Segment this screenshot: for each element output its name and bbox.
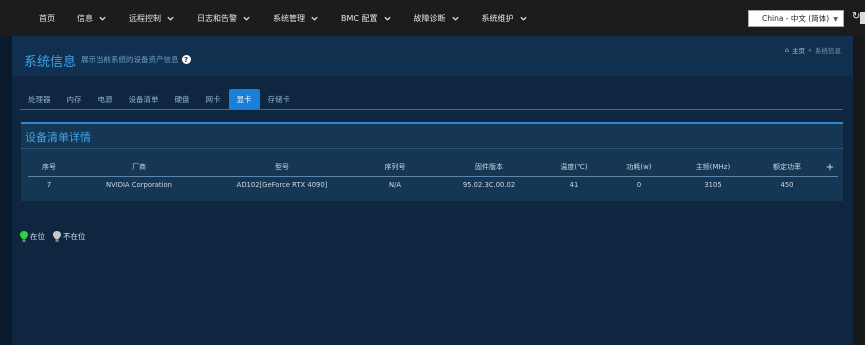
device-list-panel: 设备清单详情 序号 厂商 型号 序列号 固件版本 温度(℃) 功耗(w) 主频(MHz) 额定功… [21,122,843,201]
nav-item-label: 日志和告警 [197,13,237,23]
nav-item-1[interactable]: 信息 [66,0,118,36]
table-cell: 7 [46,180,52,189]
column-header: 序号 [28,159,70,177]
tab-4[interactable]: 硬盘 [167,89,198,109]
chevron-down-icon [243,16,250,21]
nav-item-label: 远程控制 [129,13,161,23]
nav-item-7[interactable]: 系统维护 [471,0,539,36]
nav-item-6[interactable]: 故障诊断 [403,0,471,36]
nav-item-label: 首页 [39,13,55,23]
table-cell: 450 [780,180,794,189]
nav-item-label: 系统管理 [273,13,305,23]
breadcrumb-separator: » [808,46,812,54]
tab-2[interactable]: 电源 [90,89,121,109]
dropdown-arrow-icon: ▼ [833,16,838,23]
table-cell: N/A [388,180,402,189]
panel-divider [21,148,843,149]
nav-item-label: 故障诊断 [413,13,446,23]
breadcrumb-home[interactable]: 主页 [792,45,805,55]
tab-0[interactable]: 处理器 [20,89,59,109]
column-header: 额定功率 [752,159,822,177]
tab-5[interactable]: 网卡 [198,89,229,109]
language-select[interactable]: China - 中文 (简体) ▼ [748,10,844,27]
nav-item-2[interactable]: 远程控制 [118,0,186,36]
status-legend: 在位 不在位 [20,231,86,242]
device-table: 序号 厂商 型号 序列号 固件版本 温度(℃) 功耗(w) 主频(MHz) 额定功率 + 7 NVI… [28,159,838,193]
column-header: 厂商 [70,159,208,177]
table-cell: 0 [636,180,642,189]
column-header: 主频(MHz) [674,159,752,177]
table-header-row: 序号 厂商 型号 序列号 固件版本 温度(℃) 功耗(w) 主频(MHz) 额定功率 + [28,159,838,177]
chevron-down-icon [519,16,527,21]
panel-title: 设备清单详情 [25,131,91,144]
legend-present: 在位 [20,231,45,242]
right-edge-strip [853,36,865,345]
nav-item-0[interactable]: 首页 [28,0,66,36]
tab-3[interactable]: 设备清单 [121,89,167,109]
page-subtitle-text: 展示当前系统的设备资产信息 [81,55,179,64]
absent-bulb-icon [53,231,61,242]
nav-item-label: 信息 [77,13,93,23]
tab-1[interactable]: 内存 [59,89,90,109]
breadcrumb: ⌂ 主页 » 系统信息 [785,45,841,55]
table-cell: 95.02.3C.00.02 [462,180,516,189]
nav-item-label: 系统维护 [481,13,514,23]
column-header: 温度(℃) [544,159,604,177]
left-rail [0,36,12,345]
table-body: 7 NVIDIA Corporation AD102[GeForce RTX 409… [28,176,838,193]
main-menu: 首页 信息 远程控制 日志和告警 系统管理 BMC 配置 故障诊断 系统维护 [0,0,539,36]
nav-item-4[interactable]: 系统管理 [262,0,330,36]
table-cell: 3105 [704,180,722,189]
nav-item-label: BMC 配置 [341,13,378,23]
chevron-down-icon [311,16,318,21]
column-header: 型号 [208,159,356,177]
main-content: 系统信息 展示当前系统的设备资产信息 ? ⌂ 主页 » 系统信息 处理器 内存 电源… [12,36,853,345]
column-header: 功耗(w) [604,159,674,177]
table-cell-empty [822,176,838,193]
nav-item-3[interactable]: 日志和告警 [186,0,262,36]
column-header: 固件版本 [434,159,544,177]
cropped-top-right-control [860,12,865,24]
legend-absent-label: 不在位 [63,232,86,241]
chevron-down-icon [383,16,391,21]
legend-present-label: 在位 [30,232,45,241]
chevron-down-icon [451,16,459,21]
top-navigation-bar: 首页 信息 远程控制 日志和告警 系统管理 BMC 配置 故障诊断 系统维护 China - … [0,0,865,36]
page-header: 系统信息 展示当前系统的设备资产信息 ? ⌂ 主页 » 系统信息 [12,36,853,76]
table-cell: AD102[GeForce RTX 4090] [236,180,328,189]
nav-item-5[interactable]: BMC 配置 [330,0,403,36]
chevron-down-icon [99,16,106,21]
chevron-down-icon [167,16,174,21]
home-icon: ⌂ [784,46,790,54]
device-tabs: 处理器 内存 电源 设备清单 硬盘 网卡 显卡 存储卡 [20,89,843,110]
page-subtitle: 展示当前系统的设备资产信息 ? [81,54,191,65]
language-select-value: China - 中文 (简体) [762,14,830,23]
legend-absent: 不在位 [53,231,86,242]
breadcrumb-current: 系统信息 [815,47,841,55]
add-column-button[interactable]: + [822,159,838,177]
table-row: 7 NVIDIA Corporation AD102[GeForce RTX 409… [28,176,838,193]
table-cell: 41 [569,180,579,189]
present-bulb-icon [20,231,28,242]
tab-6[interactable]: 显卡 [228,89,260,109]
page-title: 系统信息 [24,55,77,70]
help-icon[interactable]: ? [181,55,191,64]
tab-7[interactable]: 存储卡 [260,89,299,109]
column-header: 序列号 [356,159,434,177]
table-cell: NVIDIA Corporation [106,180,172,189]
